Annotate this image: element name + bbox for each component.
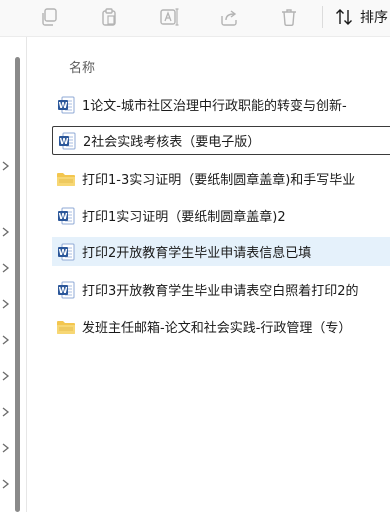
word-document-icon: W <box>56 243 76 261</box>
file-name: 打印1实习证明（要纸制圆章盖章)2 <box>82 210 286 225</box>
chevron-right-icon[interactable] <box>2 443 10 453</box>
file-name: 打印2开放教育学生毕业申请表信息已填 <box>82 246 312 261</box>
list-item[interactable]: W 1论文-城市社区治理中行政职能的转变与创新- <box>52 90 390 119</box>
svg-text:W: W <box>59 101 68 110</box>
file-name: 1论文-城市社区治理中行政职能的转变与创新- <box>82 99 347 114</box>
file-name: 2社会实践考核表（要电子版） <box>83 135 261 150</box>
sort-label: 排序 <box>360 10 388 26</box>
folder-name: 发班主任邮箱-论文和社会实践-行政管理（专） <box>82 321 352 336</box>
file-list: 名称 W 1论文-城市社区治理中行政职能的转变与创新- W 2社会实践考核表（要… <box>31 37 390 512</box>
share-icon <box>221 10 237 26</box>
chevron-right-icon[interactable] <box>2 335 10 345</box>
chevron-right-icon[interactable] <box>2 299 10 309</box>
copy-icon <box>42 8 57 26</box>
svg-text:W: W <box>60 137 69 146</box>
nav-scrollbar[interactable] <box>15 57 21 512</box>
word-document-icon: W <box>56 207 76 225</box>
paste-icon <box>102 8 116 26</box>
file-name: 打印3开放教育学生毕业申请表空白照着打印2的 <box>82 284 359 299</box>
chevron-right-icon[interactable] <box>2 371 10 381</box>
chevron-right-icon[interactable] <box>2 263 10 273</box>
navigation-pane <box>0 37 27 512</box>
delete-icon <box>282 9 296 26</box>
chevron-right-icon[interactable] <box>2 161 10 171</box>
word-document-icon: W <box>57 132 77 150</box>
paste-button[interactable] <box>92 2 126 32</box>
list-item[interactable]: W 打印3开放教育学生毕业申请表空白照着打印2的 <box>52 275 390 304</box>
chevron-right-icon[interactable] <box>2 227 10 237</box>
svg-text:W: W <box>59 286 68 295</box>
word-document-icon: W <box>56 96 76 114</box>
toolbar-separator <box>322 6 323 28</box>
share-button[interactable] <box>212 2 246 32</box>
rename-button[interactable] <box>153 2 187 32</box>
folder-icon <box>56 318 76 336</box>
svg-text:W: W <box>59 212 68 221</box>
copy-button[interactable] <box>32 2 66 32</box>
word-document-icon: W <box>56 281 76 299</box>
chevron-right-icon[interactable] <box>2 479 10 489</box>
sort-button[interactable]: 排序 <box>334 2 388 32</box>
chevron-right-icon[interactable] <box>2 407 10 417</box>
folder-icon <box>56 170 76 188</box>
nav-scrollbar-thumb[interactable] <box>15 57 20 512</box>
column-header-name[interactable]: 名称 <box>69 57 95 76</box>
list-item[interactable]: 发班主任邮箱-论文和社会实践-行政管理（专） <box>52 312 390 341</box>
list-item[interactable]: 打印1-3实习证明（要纸制圆章盖章)和手写毕业 <box>52 164 390 193</box>
delete-button[interactable] <box>272 2 306 32</box>
sort-icon <box>336 9 352 25</box>
folder-name: 打印1-3实习证明（要纸制圆章盖章)和手写毕业 <box>82 173 356 188</box>
rename-icon <box>160 8 179 26</box>
svg-text:W: W <box>59 248 68 257</box>
list-item[interactable]: W 打印1实习证明（要纸制圆章盖章)2 <box>52 201 390 230</box>
list-item[interactable]: W 打印2开放教育学生毕业申请表信息已填 <box>52 237 390 266</box>
list-item[interactable]: W 2社会实践考核表（要电子版） <box>52 126 390 155</box>
command-bar: 排序 <box>0 0 390 37</box>
